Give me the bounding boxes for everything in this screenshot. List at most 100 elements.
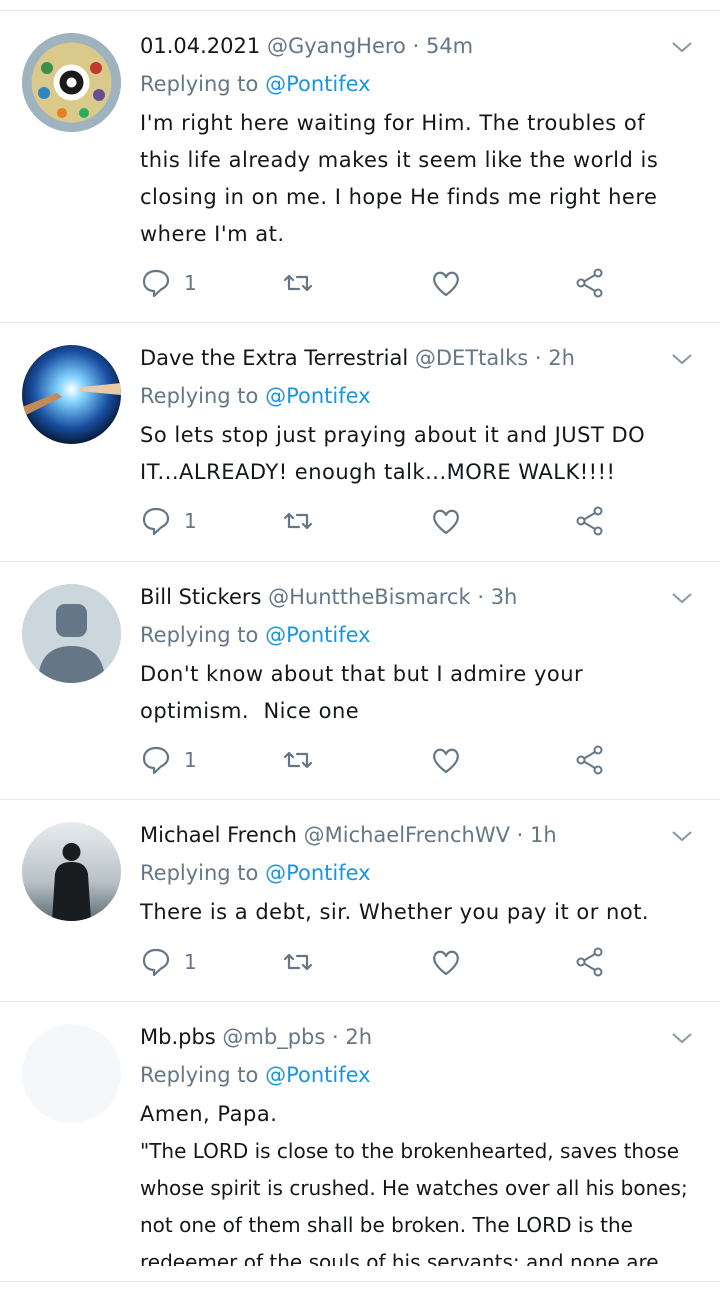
user-handle[interactable]: @mb_pbs [222, 1025, 325, 1049]
reply-button[interactable]: 1 [140, 744, 197, 776]
replying-prefix: Replying to [140, 623, 259, 647]
like-button[interactable] [430, 946, 462, 978]
display-name[interactable]: 01.04.2021 [140, 34, 260, 58]
tweet-header: Mb.pbs @mb_pbs · 2h [140, 1022, 690, 1052]
share-button[interactable] [574, 267, 606, 299]
tweet-text: Amen, Papa. "The LORD is close to the br… [140, 1096, 690, 1266]
chevron-down-icon[interactable] [670, 1026, 694, 1050]
display-name[interactable]: Michael French [140, 823, 297, 847]
separator-dot: · [534, 346, 542, 370]
tweet-text: There is a debt, sir. Whether you pay it… [140, 900, 650, 924]
reply-button[interactable]: 1 [140, 946, 197, 978]
reply-icon [142, 269, 170, 298]
tweet[interactable]: Mb.pbs @mb_pbs · 2h Replying to @Pontife… [0, 1002, 720, 1282]
action-bar: 1 [140, 946, 610, 986]
tweet-header: Dave the Extra Terrestrial @DETtalks · 2… [140, 343, 690, 373]
reply-icon [142, 948, 170, 977]
heart-icon [433, 748, 459, 774]
user-handle[interactable]: @GyangHero [267, 34, 406, 58]
reply-count: 1 [184, 509, 197, 533]
separator-dot: · [412, 34, 420, 58]
share-button[interactable] [574, 505, 606, 537]
chevron-down-icon[interactable] [670, 586, 694, 610]
tweet-header: Michael French @MichaelFrenchWV · 1h [140, 820, 690, 850]
replying-to: Replying to @Pontifex [140, 381, 690, 411]
mention-link[interactable]: @Pontifex [265, 1063, 371, 1087]
chevron-down-icon[interactable] [670, 35, 694, 59]
display-name[interactable]: Mb.pbs [140, 1025, 216, 1049]
tweet[interactable]: 01.04.2021 @GyangHero · 54m Replying to … [0, 11, 720, 323]
replying-prefix: Replying to [140, 861, 259, 885]
tweet-text-quote: "The LORD is close to the brokenhearted,… [140, 1139, 688, 1266]
action-bar: 1 [140, 505, 610, 545]
like-button[interactable] [430, 744, 462, 776]
tweet[interactable]: Dave the Extra Terrestrial @DETtalks · 2… [0, 323, 720, 562]
reply-icon [142, 507, 170, 536]
share-icon [576, 268, 603, 298]
mention-link[interactable]: @Pontifex [265, 384, 371, 408]
mention-link[interactable]: @Pontifex [265, 72, 371, 96]
like-button[interactable] [430, 505, 462, 537]
top-divider [0, 0, 720, 11]
tweet-text-line: Amen, Papa. [140, 1102, 278, 1126]
timestamp[interactable]: 2h [345, 1025, 372, 1049]
like-button[interactable] [430, 267, 462, 299]
avatar[interactable] [22, 33, 121, 132]
avatar[interactable] [22, 345, 121, 444]
retweet-button[interactable] [282, 744, 314, 776]
timestamp[interactable]: 54m [426, 34, 473, 58]
tweet-text: Don't know about that but I admire your … [140, 662, 591, 723]
reply-button[interactable]: 1 [140, 505, 197, 537]
retweet-button[interactable] [282, 267, 314, 299]
avatar-image [22, 822, 121, 921]
action-bar: 1 [140, 267, 610, 307]
avatar[interactable] [22, 584, 121, 683]
timestamp[interactable]: 2h [548, 346, 575, 370]
replying-prefix: Replying to [140, 1063, 259, 1087]
heart-icon [433, 271, 459, 297]
retweet-button[interactable] [282, 946, 314, 978]
reply-button[interactable]: 1 [140, 267, 197, 299]
user-handle[interactable]: @HunttheBismarck [268, 585, 471, 609]
retweet-button[interactable] [282, 505, 314, 537]
share-button[interactable] [574, 744, 606, 776]
replying-to: Replying to @Pontifex [140, 1060, 690, 1090]
share-icon [576, 745, 603, 775]
share-button[interactable] [574, 946, 606, 978]
tweet[interactable]: Bill Stickers @HunttheBismarck · 3h Repl… [0, 562, 720, 800]
tweet-text: So lets stop just praying about it and J… [140, 423, 646, 484]
tweet-header: Bill Stickers @HunttheBismarck · 3h [140, 582, 690, 612]
chevron-down-icon[interactable] [670, 824, 694, 848]
tweet-header: 01.04.2021 @GyangHero · 54m [140, 31, 690, 61]
replying-to: Replying to @Pontifex [140, 69, 690, 99]
chevron-down-icon[interactable] [670, 347, 694, 371]
user-handle[interactable]: @MichaelFrenchWV [304, 823, 510, 847]
default-avatar-icon [22, 584, 121, 683]
display-name[interactable]: Dave the Extra Terrestrial [140, 346, 408, 370]
mention-link[interactable]: @Pontifex [265, 861, 371, 885]
separator-dot: · [516, 823, 524, 847]
replying-to: Replying to @Pontifex [140, 858, 690, 888]
replying-to: Replying to @Pontifex [140, 620, 690, 650]
user-handle[interactable]: @DETtalks [415, 346, 528, 370]
display-name[interactable]: Bill Stickers [140, 585, 261, 609]
avatar-image [22, 33, 121, 132]
timestamp[interactable]: 3h [491, 585, 518, 609]
tweet[interactable]: Michael French @MichaelFrenchWV · 1h Rep… [0, 800, 720, 1002]
heart-icon [433, 509, 459, 535]
share-icon [576, 506, 603, 536]
avatar[interactable] [22, 822, 121, 921]
timestamp[interactable]: 1h [530, 823, 557, 847]
reply-count: 1 [184, 950, 197, 974]
separator-dot: · [477, 585, 484, 609]
tweet-text: I'm right here waiting for Him. The trou… [140, 111, 659, 246]
share-icon [576, 947, 603, 977]
avatar[interactable] [22, 1024, 121, 1123]
action-bar: 1 [140, 744, 610, 784]
retweet-icon [283, 953, 313, 971]
reply-icon [142, 746, 170, 775]
separator-dot: · [332, 1025, 339, 1049]
reply-count: 1 [184, 271, 197, 295]
replying-prefix: Replying to [140, 384, 259, 408]
mention-link[interactable]: @Pontifex [265, 623, 371, 647]
